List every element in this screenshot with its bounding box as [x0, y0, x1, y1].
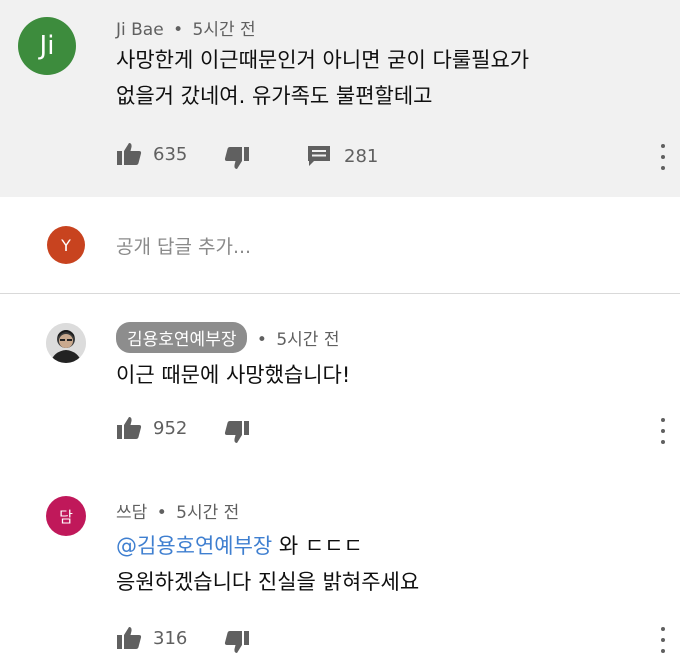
avatar[interactable]: Ji	[18, 17, 76, 75]
comment-line: 이근 때문에 사망했습니다!	[116, 363, 351, 387]
reply-button[interactable]: 281	[306, 144, 378, 168]
dislike-button[interactable]	[224, 630, 250, 654]
profile-photo-icon	[46, 323, 86, 363]
comment-time[interactable]: 5시간 전	[193, 20, 256, 40]
like-count: 635	[153, 143, 188, 165]
highlighted-comment: Ji Ji Bae • 5시간 전 사망한게 이근때문인거 아니면 굳이 다룰필…	[0, 0, 680, 197]
avatar: Y	[47, 226, 85, 264]
comment-text: 사망한게 이근때문인거 아니면 굳이 다룰필요가 없을거 갔네여. 유가족도 불…	[116, 42, 529, 114]
like-count: 316	[153, 627, 188, 649]
reply-count: 281	[344, 145, 379, 167]
comment-time[interactable]: 5시간 전	[176, 503, 239, 523]
thumbs-down-icon	[224, 631, 249, 653]
reply-input-bar: Y 공개 답글 추가...	[0, 197, 680, 294]
more-options-icon[interactable]	[660, 144, 666, 170]
comment-line: 없을거 갔네여. 유가족도 불편할테고	[116, 84, 433, 108]
like-button[interactable]: 635	[116, 142, 187, 166]
like-button[interactable]: 316	[116, 626, 187, 650]
comment-meta: 쓰담 • 5시간 전	[116, 498, 239, 523]
comment-line: @김용호연예부장 와 ㄷㄷㄷ	[116, 528, 419, 564]
avatar-letter: 담	[59, 507, 73, 526]
dislike-button[interactable]	[224, 146, 250, 170]
like-button[interactable]: 952	[116, 416, 187, 440]
comment-line-rest: 와 ㄷㄷㄷ	[272, 534, 363, 558]
author-name[interactable]: Ji Bae	[116, 20, 164, 40]
separator-dot: •	[256, 330, 267, 350]
comment-meta: 김용호연예부장 • 5시간 전	[116, 322, 339, 353]
thumbs-down-icon	[224, 147, 249, 169]
avatar[interactable]	[46, 323, 86, 363]
author-name[interactable]: 쓰담	[116, 503, 147, 523]
comment-line: 응원하겠습니다 진실을 밝혀주세요	[116, 570, 420, 594]
user-mention-link[interactable]: @김용호연예부장	[116, 534, 272, 558]
channel-owner-badge[interactable]: 김용호연예부장	[116, 322, 248, 353]
comment-meta: Ji Bae • 5시간 전	[116, 15, 256, 40]
comment-text: @김용호연예부장 와 ㄷㄷㄷ 응원하겠습니다 진실을 밝혀주세요	[116, 528, 419, 600]
more-options-icon[interactable]	[660, 418, 666, 444]
separator-dot: •	[173, 20, 184, 40]
avatar-letter: Ji	[39, 31, 55, 61]
thumbs-up-icon	[117, 143, 142, 165]
thumbs-down-icon	[224, 421, 249, 443]
dislike-button[interactable]	[224, 420, 250, 444]
separator-dot: •	[156, 503, 167, 523]
like-count: 952	[153, 417, 188, 439]
thumbs-up-icon	[117, 627, 142, 649]
comment-line: 사망한게 이근때문인거 아니면 굳이 다룰필요가	[116, 48, 530, 72]
comment-text: 이근 때문에 사망했습니다!	[116, 357, 350, 393]
avatar-letter: Y	[61, 235, 71, 255]
reply-input[interactable]: 공개 답글 추가...	[116, 232, 251, 259]
avatar[interactable]: 담	[46, 496, 86, 536]
thumbs-up-icon	[117, 417, 142, 439]
more-options-icon[interactable]	[660, 627, 666, 653]
comment-time[interactable]: 5시간 전	[276, 330, 339, 350]
reply-comment-icon	[308, 146, 330, 166]
